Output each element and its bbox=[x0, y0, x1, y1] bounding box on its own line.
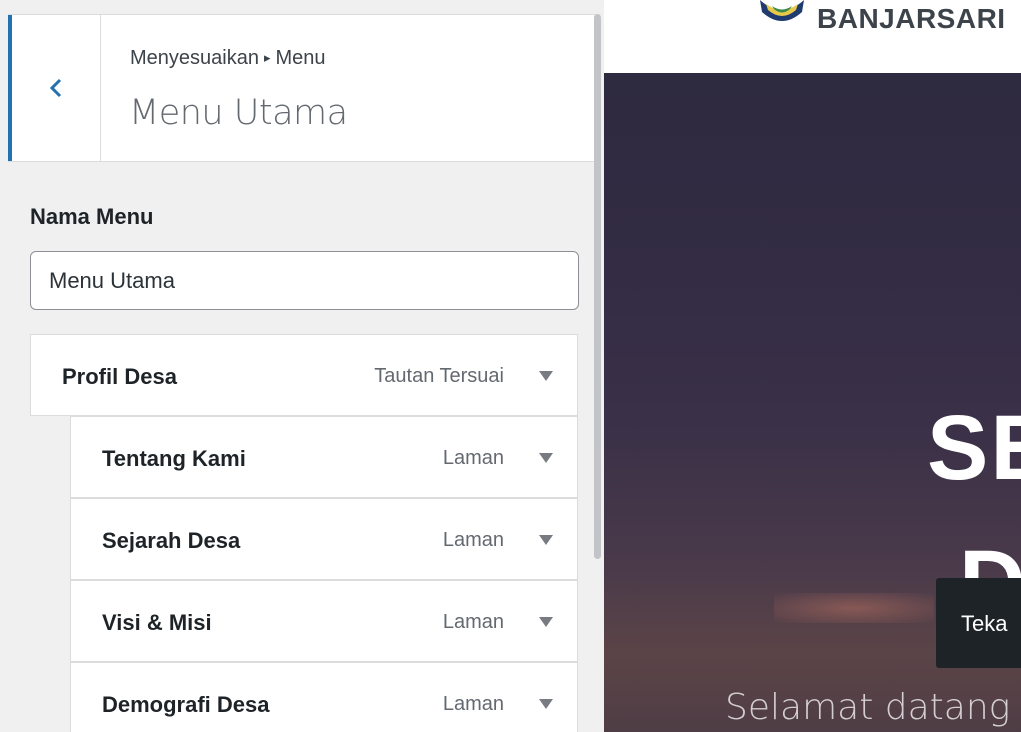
caret-down-icon[interactable] bbox=[539, 699, 553, 709]
menu-item-type: Tautan Tersuai bbox=[374, 365, 504, 387]
breadcrumb-separator: ▸ bbox=[263, 50, 271, 65]
village-logo-icon[interactable] bbox=[756, 0, 808, 30]
caret-down-icon[interactable] bbox=[539, 453, 553, 463]
menu-item-visi-misi[interactable]: Visi & Misi Laman bbox=[70, 580, 578, 662]
menu-item-sejarah-desa[interactable]: Sejarah Desa Laman bbox=[70, 498, 578, 580]
panel-top-strip bbox=[0, 0, 604, 14]
menu-item-title: Profil Desa bbox=[62, 364, 177, 389]
back-button[interactable] bbox=[8, 15, 101, 161]
site-preview: BANJARSARI SE D Selamat datang di Teka bbox=[604, 0, 1021, 732]
caret-down-icon[interactable] bbox=[539, 371, 553, 381]
tooltip: Teka bbox=[936, 578, 1021, 668]
caret-down-icon[interactable] bbox=[539, 617, 553, 627]
site-header: BANJARSARI bbox=[604, 0, 1021, 73]
menu-item-title: Demografi Desa bbox=[102, 692, 270, 717]
menu-name-input[interactable] bbox=[30, 251, 579, 310]
menu-item-type: Laman bbox=[442, 693, 504, 715]
menu-item-demografi-desa[interactable]: Demografi Desa Laman bbox=[70, 662, 578, 732]
tooltip-text: Teka bbox=[961, 611, 1008, 636]
menu-item-title: Visi & Misi bbox=[102, 610, 212, 635]
menu-item-title: Sejarah Desa bbox=[102, 528, 241, 553]
page-title: Menu Utama bbox=[129, 93, 348, 133]
menu-item-title: Tentang Kami bbox=[102, 446, 246, 471]
breadcrumb-parent: Menyesuaikan bbox=[130, 47, 259, 69]
customizer-panel: Menyesuaikan ▸ Menu Menu Utama Nama Menu P… bbox=[0, 0, 604, 732]
menu-name-label: Nama Menu bbox=[30, 204, 154, 229]
breadcrumb-current: Menu bbox=[275, 47, 326, 69]
scrollbar[interactable] bbox=[594, 14, 601, 559]
hero-heading-line1: SE bbox=[927, 397, 1021, 499]
breadcrumb: Menyesuaikan ▸ Menu bbox=[130, 47, 326, 70]
menu-item-type: Laman bbox=[442, 611, 504, 633]
chevron-left-icon bbox=[49, 78, 62, 98]
site-name[interactable]: BANJARSARI bbox=[817, 3, 1006, 35]
caret-down-icon[interactable] bbox=[539, 535, 553, 545]
hero-glow bbox=[774, 593, 934, 623]
hero-subtitle: Selamat datang di bbox=[725, 687, 1021, 728]
section-header: Menyesuaikan ▸ Menu Menu Utama bbox=[8, 14, 596, 162]
menu-item-profil-desa[interactable]: Profil Desa Tautan Tersuai bbox=[30, 334, 578, 416]
menu-item-type: Laman bbox=[442, 529, 504, 551]
menu-item-type: Laman bbox=[442, 447, 504, 469]
menu-item-tentang-kami[interactable]: Tentang Kami Laman bbox=[70, 416, 578, 498]
